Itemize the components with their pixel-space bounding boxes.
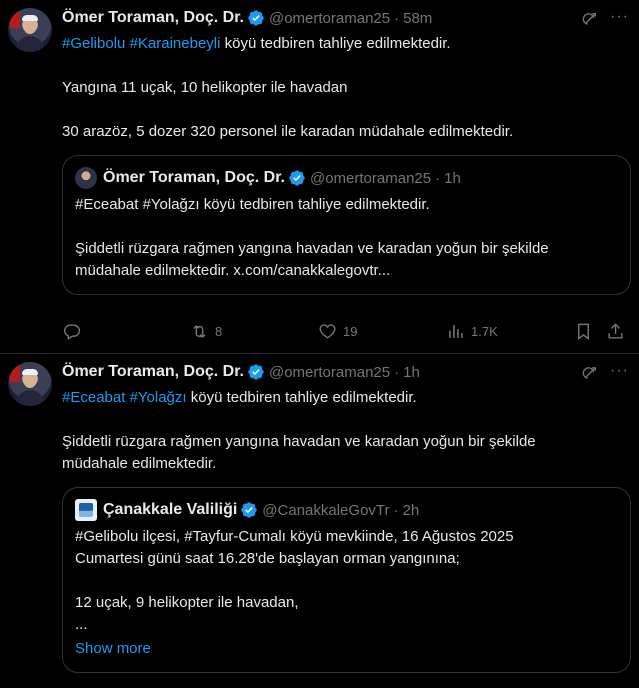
text-line: Cumartesi günü saat 16.28'de başlayan or… (75, 550, 460, 567)
text-line: Şiddetli rüzgara rağmen yangına havadan … (62, 433, 536, 450)
heart-icon (319, 323, 336, 339)
hashtag[interactable]: #Eceabat (62, 389, 125, 406)
like-button[interactable]: 19 (318, 322, 357, 341)
text-line: 30 arazöz, 5 dozer 320 personel ile kara… (62, 123, 514, 140)
text-line: #Eceabat #Yolağzı köyü tedbiren tahliye … (75, 196, 430, 213)
retweet-icon (193, 324, 206, 338)
separator-dot: · (394, 9, 400, 27)
verified-badge-icon (248, 10, 264, 26)
retweet-count: 8 (215, 323, 223, 339)
quote-avatar (75, 499, 97, 521)
separator-dot: · (435, 169, 441, 187)
text-line: köyü tedbiren tahliye edilmektedir. (220, 35, 451, 52)
more-options-icon[interactable]: ··· (610, 362, 629, 380)
like-count: 19 (343, 323, 358, 339)
author-name[interactable]: Ömer Toraman, Doç. Dr. (62, 363, 244, 381)
author-handle[interactable]: @omertoraman25 (269, 364, 390, 381)
quote-author-handle: @omertoraman25 (309, 169, 432, 187)
quote-header: Ömer Toraman, Doç. Dr. @omertoraman25 · … (75, 167, 618, 189)
quote-author-handle: @CanakkaleGovTr (262, 501, 390, 519)
separator-dot: · (393, 501, 399, 519)
verified-badge-icon (241, 502, 257, 518)
quote-author-name: Ömer Toraman, Doç. Dr. (103, 169, 285, 186)
view-count: 1.7K (471, 323, 498, 339)
tweet-header: Ömer Toraman, Doç. Dr. @omertoraman25 · … (62, 8, 623, 28)
tweet-text: #Eceabat #Yolağzı köyü tedbiren tahliye … (62, 387, 623, 475)
share-icon (608, 322, 623, 339)
text-line: ... (75, 616, 88, 633)
quote-time: 2h (402, 501, 420, 519)
bookmark-icon (578, 323, 589, 340)
quoted-tweet[interactable]: Çanakkale Valiliği @CanakkaleGovTr · 2h … (62, 487, 631, 673)
tweet-text: #Gelibolu #Karainebeyli köyü tedbiren ta… (62, 33, 623, 143)
tweet-1[interactable]: Ömer Toraman, Doç. Dr. @omertoraman25 · … (0, 0, 639, 354)
author-handle[interactable]: @omertoraman25 (269, 10, 390, 27)
verified-badge-icon (289, 170, 305, 186)
author-avatar[interactable] (8, 362, 52, 406)
text-line: müdahale edilmektedir. (62, 455, 217, 472)
show-more-link[interactable]: Show more (75, 638, 618, 660)
views-chart-icon (449, 324, 463, 338)
bookmark-button[interactable] (574, 322, 593, 341)
tweet-header: Ömer Toraman, Doç. Dr. @omertoraman25 · … (62, 362, 623, 382)
separator-dot: · (394, 363, 400, 381)
hashtag[interactable]: #Yolağzı (130, 389, 187, 406)
tweet-actions: 8 19 1.7K (62, 321, 629, 341)
text-line: Yangına 11 uçak, 10 helikopter ile havad… (62, 79, 348, 96)
hashtag[interactable]: #Karainebeyli (130, 35, 221, 52)
tweet-time[interactable]: 1h (403, 364, 420, 381)
grok-icon[interactable] (581, 364, 599, 382)
text-line: köyü tedbiren tahliye edilmektedir. (186, 389, 417, 406)
text-line: Şiddetli rüzgara rağmen yangına havadan … (75, 240, 549, 257)
author-name[interactable]: Ömer Toraman, Doç. Dr. (62, 9, 244, 27)
tweet-2[interactable]: Ömer Toraman, Doç. Dr. @omertoraman25 · … (0, 354, 639, 688)
quote-header: Çanakkale Valiliği @CanakkaleGovTr · 2h (75, 499, 618, 521)
text-line: #Gelibolu ilçesi, #Tayfur-Cumalı köyü me… (75, 528, 514, 545)
quote-text: #Gelibolu ilçesi, #Tayfur-Cumalı köyü me… (75, 526, 618, 636)
more-options-icon[interactable]: ··· (610, 8, 629, 26)
grok-icon[interactable] (581, 10, 599, 28)
quote-text: #Eceabat #Yolağzı köyü tedbiren tahliye … (75, 194, 618, 282)
quote-time: 1h (444, 169, 461, 187)
quote-avatar (75, 167, 97, 189)
reply-button[interactable] (62, 322, 81, 341)
text-line: müdahale edilmektedir. x.com/canakkalego… (75, 262, 391, 279)
views-button[interactable]: 1.7K (446, 322, 498, 341)
hashtag[interactable]: #Gelibolu (62, 35, 125, 52)
verified-badge-icon (248, 364, 264, 380)
author-avatar[interactable] (8, 8, 52, 52)
text-line: 12 uçak, 9 helikopter ile havadan, (75, 594, 299, 611)
retweet-button[interactable]: 8 (190, 322, 222, 341)
reply-icon (63, 323, 81, 340)
tweet-time[interactable]: 58m (403, 10, 432, 27)
share-button[interactable] (606, 322, 625, 341)
quote-author-name: Çanakkale Valiliği (103, 501, 238, 518)
quoted-tweet[interactable]: Ömer Toraman, Doç. Dr. @omertoraman25 · … (62, 155, 631, 295)
